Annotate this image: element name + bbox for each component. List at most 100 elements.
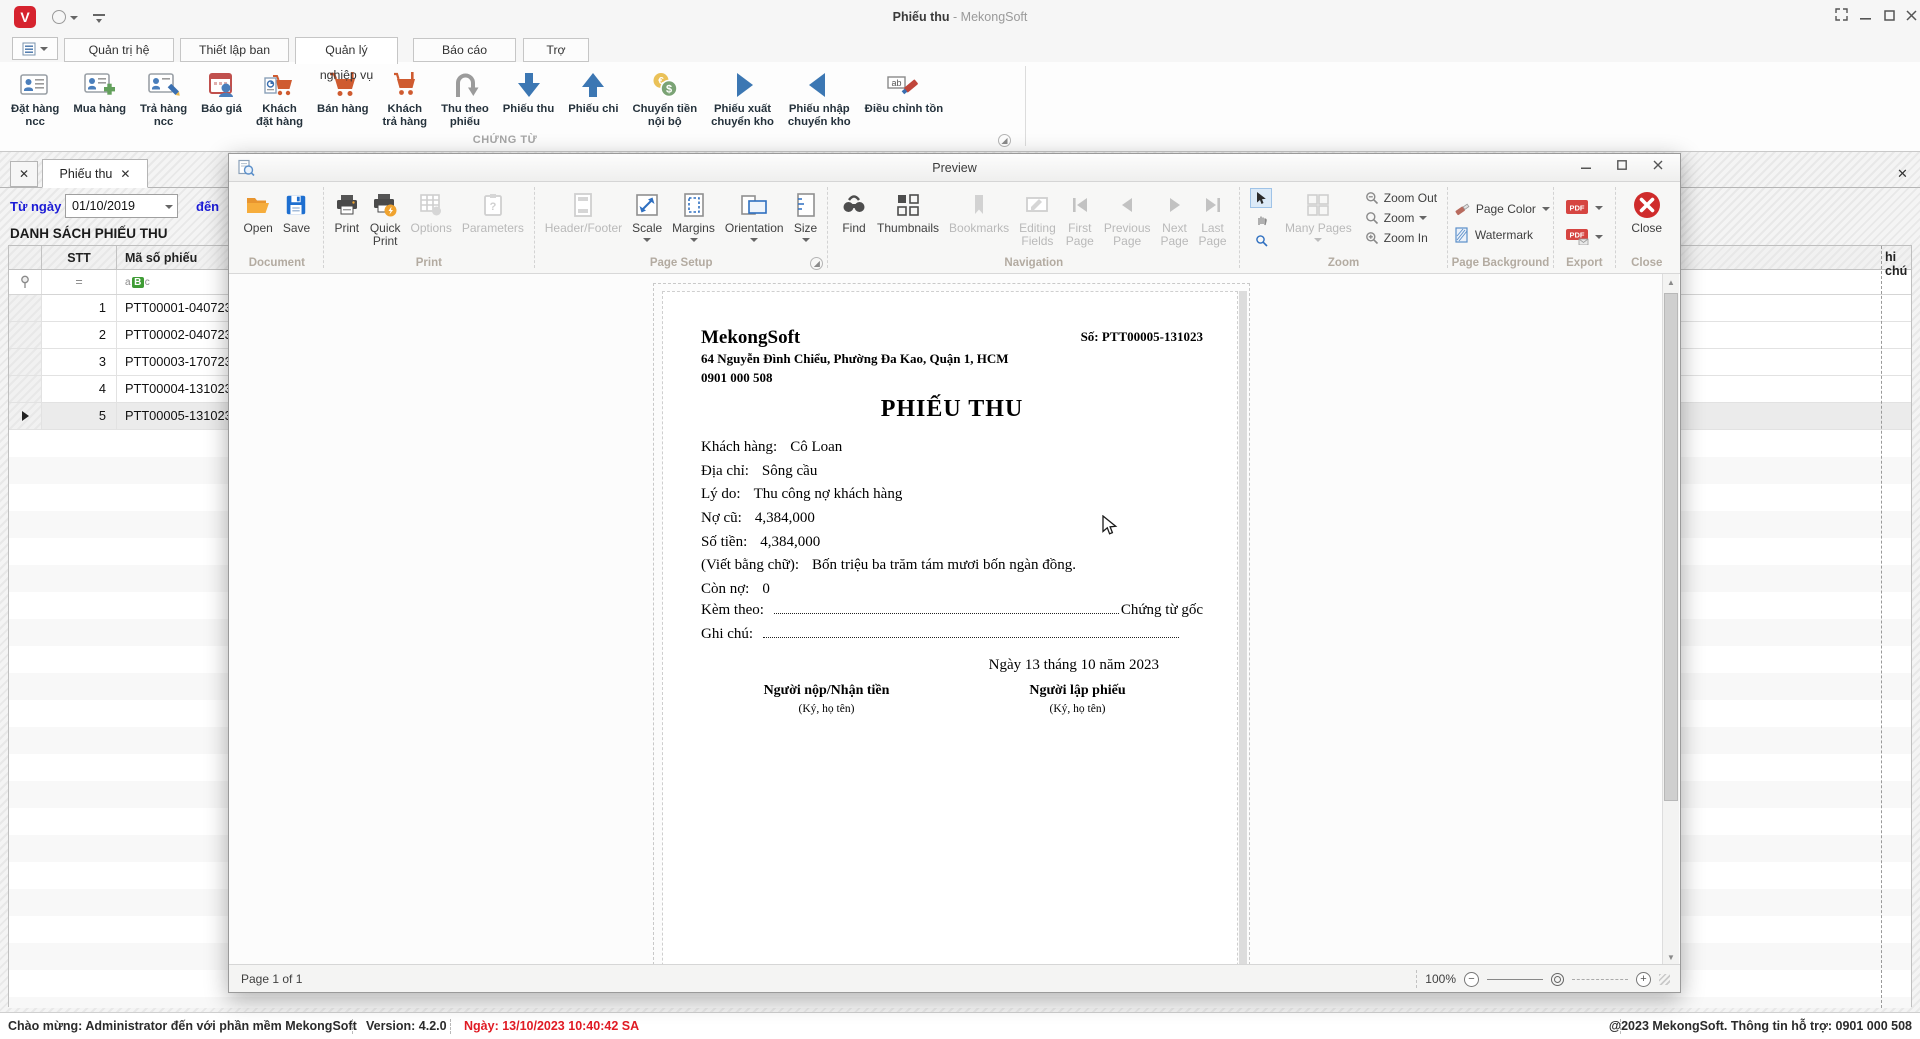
find-button[interactable]: Find [836, 187, 872, 238]
options-button: Options [406, 187, 457, 238]
zoom-region-tool-button[interactable] [1250, 230, 1272, 250]
preview-scrollbar[interactable]: ▲ ▼ [1662, 274, 1679, 966]
resize-grip[interactable] [1659, 973, 1670, 985]
ribbon-group-dialog-icon[interactable]: ◢ [998, 134, 1011, 147]
ribbon-item-phieu-nhap-chuyen-kho[interactable]: Phiếu nhập chuyển kho [781, 62, 858, 129]
orientation-button[interactable]: Orientation [720, 187, 789, 245]
from-date-input[interactable]: 01/10/2019 [65, 194, 178, 218]
group-label: Navigation [1004, 257, 1064, 269]
close-red-icon [1632, 190, 1662, 220]
preview-titlebar[interactable]: Preview [229, 154, 1680, 182]
thumbnails-icon [895, 190, 921, 220]
close-all-tabs-button[interactable]: ✕ [10, 161, 38, 187]
ribbon-item-phieu-chi[interactable]: Phiếu chi [561, 62, 625, 116]
previous-page-icon [1116, 190, 1138, 220]
abc-filter-icon: a [125, 276, 131, 288]
zoom-in-button[interactable]: Zoom In [1365, 228, 1437, 248]
tab-quan-tri-he-thong[interactable]: Quản trị hệ thống [64, 38, 174, 79]
open-button[interactable]: Open [238, 187, 277, 238]
column-header-stt[interactable]: STT [42, 246, 117, 269]
page-color-button[interactable]: Page Color [1454, 197, 1550, 221]
minimize-icon[interactable] [1854, 8, 1876, 26]
filter-stt-cell[interactable]: = [42, 270, 117, 294]
cell-stt: 5 [42, 403, 117, 429]
filter-pin-icon[interactable] [9, 270, 42, 294]
preview-maximize-icon[interactable] [1606, 157, 1638, 178]
quick-print-button[interactable]: Quick Print [365, 187, 406, 251]
ribbon-item-dat-hang-ncc[interactable]: Đặt hàng ncc [4, 62, 66, 129]
ribbon-item-thu-theo-phieu[interactable]: Thu theo phiếu [434, 62, 496, 129]
maximize-icon[interactable] [1878, 8, 1900, 26]
size-icon [794, 190, 818, 220]
hand-tool-button[interactable] [1250, 209, 1272, 229]
triangle-right-icon [711, 67, 774, 103]
ribbon-item-chuyen-tien-noi-bo[interactable]: € $ Chuyển tiền nội bộ [625, 62, 704, 129]
zoom-button[interactable]: Zoom [1365, 208, 1437, 228]
button-label: Page Color [1475, 202, 1536, 216]
arrow-up-icon [568, 67, 618, 103]
export-document-button[interactable]: PDF [1565, 196, 1604, 220]
magnifier-minus-icon [1365, 192, 1378, 205]
toolbar-separator [1239, 187, 1241, 268]
ribbon-item-phieu-thu[interactable]: Phiếu thu [496, 62, 561, 116]
app-menu-button[interactable] [12, 37, 58, 60]
tab-bao-cao-thong-ke[interactable]: Báo cáo thống kê [413, 38, 516, 79]
ribbon-item-khach-dat-hang[interactable]: Khách đặt hàng [249, 62, 310, 129]
last-page-icon [1202, 190, 1224, 220]
tab-close-icon[interactable]: ✕ [120, 167, 130, 181]
panel-close-right-icon[interactable]: ✕ [1897, 166, 1908, 182]
preview-close-icon[interactable] [1642, 157, 1674, 178]
pointer-icon [1257, 192, 1266, 204]
pointer-tool-button[interactable] [1250, 188, 1273, 208]
zoom-plus-button[interactable]: + [1636, 971, 1651, 987]
size-button[interactable]: Size [789, 187, 823, 245]
document-page: MekongSoft 64 Nguyễn Đình Chiểu, Phường … [662, 291, 1238, 966]
page-setup-dialog-icon[interactable]: ◢ [810, 257, 824, 270]
zoom-out-button[interactable]: Zoom Out [1365, 188, 1437, 208]
triangle-left-icon [788, 67, 851, 103]
ribbon-item-label: Trả hàng [140, 103, 188, 115]
send-via-email-button[interactable]: PDF [1565, 225, 1604, 249]
ribbon-item-bao-gia[interactable]: Báo giá [194, 62, 249, 116]
dotted-leader [763, 636, 1179, 638]
document-tab-phieu-thu[interactable]: Phiếu thu ✕ [42, 159, 148, 188]
scrollbar-thumb[interactable] [1664, 293, 1678, 801]
zoom-slider-track[interactable] [1487, 978, 1543, 980]
svg-text:$: $ [666, 84, 672, 96]
print-button[interactable]: Print [329, 187, 365, 238]
tab-quan-ly-nghiep-vu[interactable]: Quản lý nghiệp vụ [295, 37, 398, 82]
preview-minimize-icon[interactable] [1570, 157, 1602, 178]
status-date: Ngày: 13/10/2023 10:40:42 SA [464, 1019, 640, 1033]
tab-tro-giup[interactable]: Trợ giúp [523, 38, 589, 79]
ab-marker-icon: ab [865, 67, 943, 103]
button-label: Scale [632, 221, 663, 235]
list-title: DANH SÁCH PHIẾU THU [10, 226, 168, 241]
zoom-minus-button[interactable]: − [1464, 971, 1479, 987]
svg-text:ab: ab [891, 78, 901, 88]
save-button[interactable]: Save [278, 187, 315, 238]
watermark-button[interactable]: Watermark [1454, 223, 1533, 247]
zoom-slider-track[interactable] [1572, 978, 1628, 980]
ribbon-item-tra-hang-ncc[interactable]: Trả hàng ncc [133, 62, 194, 129]
tab-thiet-lap-ban-dau[interactable]: Thiết lập ban đầu [180, 38, 289, 79]
date-dropdown-icon[interactable] [160, 199, 177, 213]
u-turn-arrow-icon [441, 67, 489, 103]
thumbnails-button[interactable]: Thumbnails [872, 187, 944, 238]
scroll-up-icon[interactable]: ▲ [1663, 274, 1679, 291]
person-card-icon [11, 67, 59, 103]
dropdown-caret-icon [643, 238, 652, 242]
ribbon-item-dieu-chinh-ton[interactable]: ab Điều chỉnh tồn [858, 62, 950, 116]
margins-button[interactable]: Margins [667, 187, 720, 245]
floppy-icon [284, 190, 308, 220]
toolbar-separator [827, 187, 829, 268]
ribbon-item-khach-tra-hang[interactable]: Khách trả hàng [376, 62, 435, 129]
fullscreen-icon[interactable] [1830, 8, 1852, 26]
ribbon-item-phieu-xuat-chuyen-kho[interactable]: Phiếu xuất chuyển kho [704, 62, 781, 129]
zoom-slider-knob[interactable] [1551, 972, 1564, 986]
ribbon-item-label: Phiếu xuất [713, 103, 772, 115]
scale-button[interactable]: Scale [627, 187, 667, 245]
close-icon[interactable] [1900, 8, 1920, 26]
ribbon-item-mua-hang[interactable]: Mua hàng [66, 62, 133, 116]
button-label: Page [1113, 234, 1142, 248]
close-preview-button[interactable]: Close [1626, 187, 1667, 238]
